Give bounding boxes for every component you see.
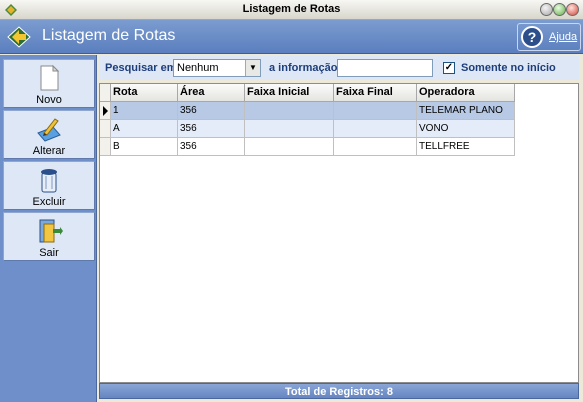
new-button-label: Novo xyxy=(36,94,62,106)
routes-icon xyxy=(7,26,31,48)
delete-button[interactable]: Excluir xyxy=(3,161,95,210)
column-header-operadora[interactable]: Operadora xyxy=(417,84,515,102)
cell-operadora[interactable]: TELLFREE xyxy=(417,138,515,156)
column-header-faixa-inicial[interactable]: Faixa Inicial xyxy=(245,84,334,102)
filter-bar: Pesquisar em Nenhum ▼ a informação ✓ Som… xyxy=(99,56,579,80)
cell-area[interactable]: 356 xyxy=(178,120,245,138)
delete-button-label: Excluir xyxy=(32,196,66,208)
search-in-label: Pesquisar em xyxy=(105,62,177,74)
column-header-area[interactable]: Área xyxy=(178,84,245,102)
trash-icon xyxy=(41,169,57,193)
edit-button[interactable]: Alterar xyxy=(3,110,95,159)
column-header-rota[interactable]: Rota xyxy=(111,84,178,102)
row-indicator xyxy=(100,102,111,120)
search-field-value: Nenhum xyxy=(177,62,219,74)
close-button[interactable] xyxy=(566,3,579,16)
current-row-arrow-icon xyxy=(103,106,108,116)
total-records-bar: Total de Registros: 8 xyxy=(99,383,579,399)
help-label: Ajuda xyxy=(549,31,578,43)
row-indicator xyxy=(100,120,111,138)
info-input[interactable] xyxy=(337,59,433,77)
cell-operadora[interactable]: TELEMAR PLANO xyxy=(417,102,515,120)
cell-faixa-inicial[interactable] xyxy=(245,102,334,120)
cell-faixa-final[interactable] xyxy=(334,138,417,156)
minimize-button[interactable] xyxy=(540,3,553,16)
page-header: Listagem de Rotas ? Ajuda xyxy=(0,20,583,54)
cell-faixa-final[interactable] xyxy=(334,120,417,138)
routes-table: Rota Área Faixa Inicial Faixa Final Oper… xyxy=(99,83,579,383)
search-field-select[interactable]: Nenhum ▼ xyxy=(173,59,261,77)
cell-operadora[interactable]: VONO xyxy=(417,120,515,138)
help-button[interactable]: ? Ajuda xyxy=(517,23,581,51)
row-indicator xyxy=(100,138,111,156)
new-button[interactable]: Novo xyxy=(3,59,95,108)
cell-rota[interactable]: A xyxy=(111,120,178,138)
cell-area[interactable]: 356 xyxy=(178,138,245,156)
info-label: a informação xyxy=(269,62,338,74)
cell-faixa-inicial[interactable] xyxy=(245,120,334,138)
only-start-checkbox[interactable]: ✓ xyxy=(443,62,455,74)
cell-area[interactable]: 356 xyxy=(178,102,245,120)
edit-button-label: Alterar xyxy=(32,145,66,157)
cell-rota[interactable]: 1 xyxy=(111,102,178,120)
help-icon: ? xyxy=(521,26,543,48)
header-indicator xyxy=(100,84,111,102)
sidebar: Novo Alterar Excluir Sair xyxy=(0,55,97,402)
page-title: Listagem de Rotas xyxy=(42,27,176,44)
cell-faixa-final[interactable] xyxy=(334,102,417,120)
title-bar: Listagem de Rotas xyxy=(0,0,583,20)
exit-door-icon xyxy=(39,219,63,243)
window-title: Listagem de Rotas xyxy=(242,3,341,15)
cell-faixa-inicial[interactable] xyxy=(245,138,334,156)
exit-button-label: Sair xyxy=(39,247,59,259)
only-start-label: Somente no início xyxy=(461,62,556,74)
column-header-faixa-final[interactable]: Faixa Final xyxy=(334,84,417,102)
cell-rota[interactable]: B xyxy=(111,138,178,156)
exit-button[interactable]: Sair xyxy=(3,212,95,261)
edit-icon xyxy=(37,118,61,142)
chevron-down-icon[interactable]: ▼ xyxy=(245,60,260,76)
new-document-icon xyxy=(40,64,60,91)
maximize-button[interactable] xyxy=(553,3,566,16)
